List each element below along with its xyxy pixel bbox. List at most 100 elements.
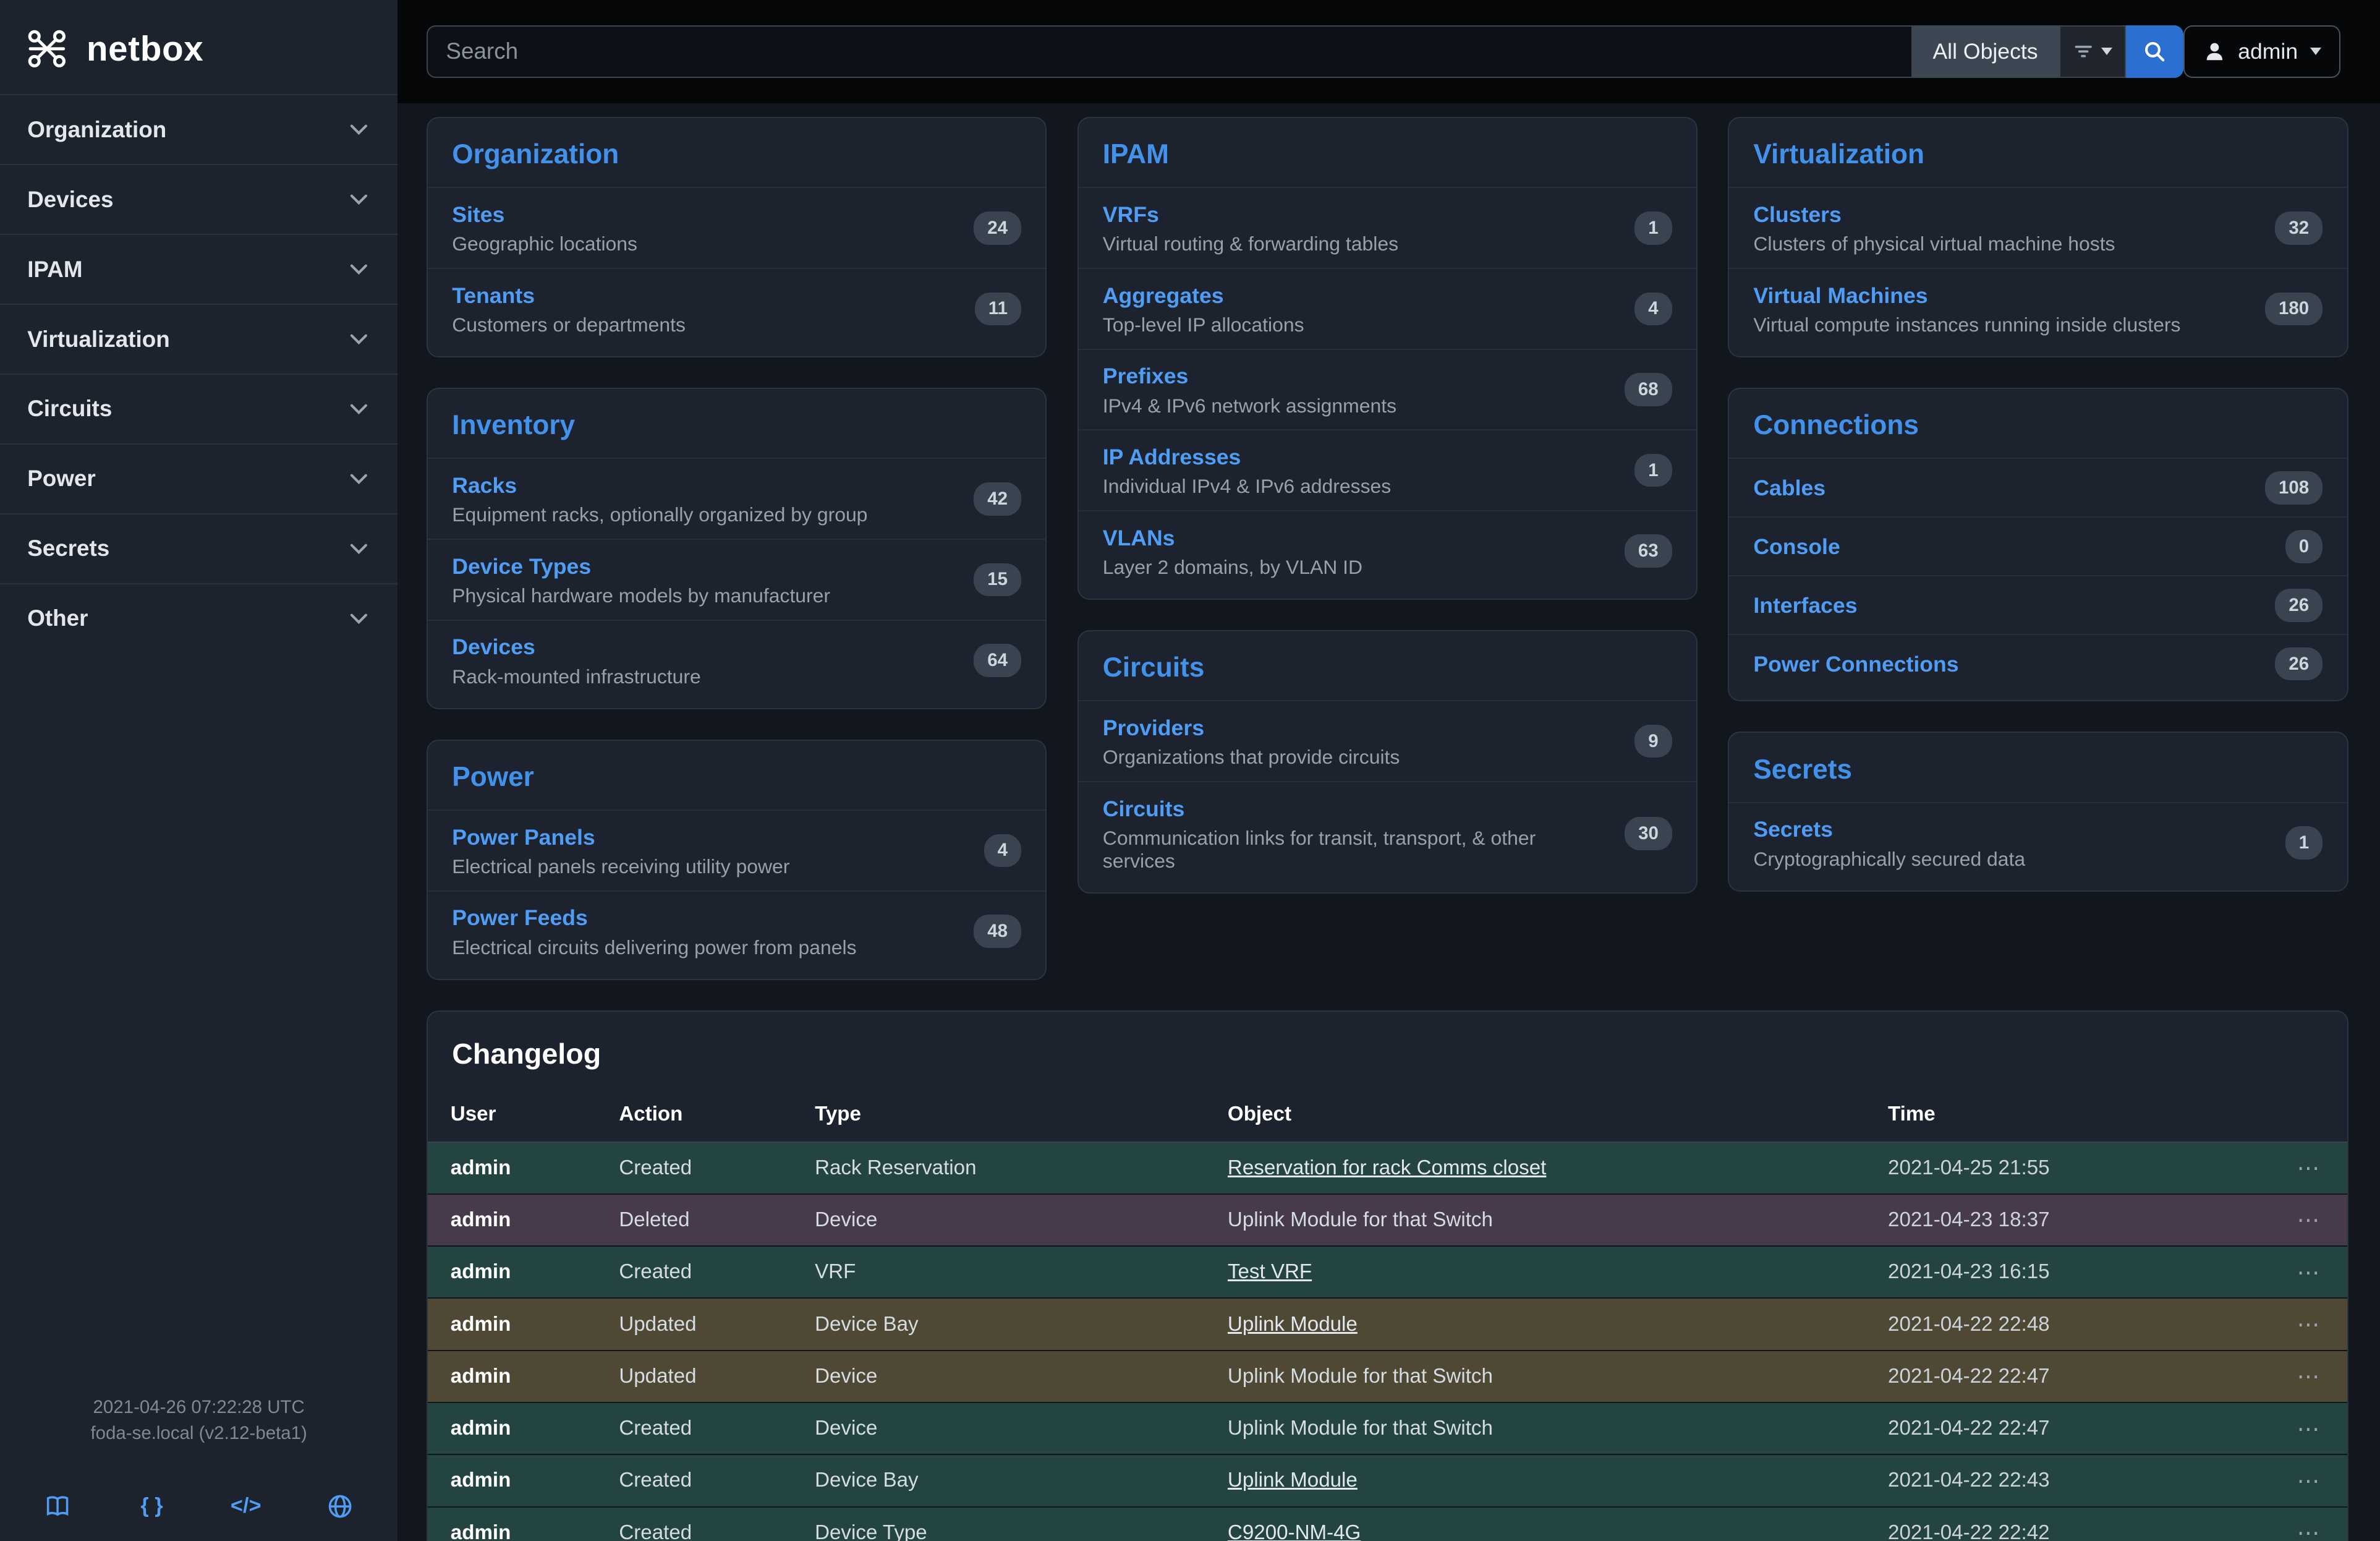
count-badge: 1 [1634, 211, 1672, 245]
sidebar-item-label: Circuits [27, 396, 112, 422]
sidebar-item-circuits[interactable]: Circuits [0, 374, 397, 443]
page-content: OrganizationSitesGeographic locations24T… [397, 103, 2380, 1541]
item-link[interactable]: Secrets [1753, 817, 1833, 842]
netbox-logo[interactable]: netbox [0, 0, 397, 94]
dashboard-link-ip-addresses[interactable]: IP AddressesIndividual IPv4 & IPv6 addre… [1079, 429, 1696, 510]
column-header-object: Object [1205, 1087, 1865, 1142]
dashboard-link-racks[interactable]: RacksEquipment racks, optionally organiz… [428, 458, 1045, 539]
dashboard-link-circuits[interactable]: Circuits Communication links for transit,… [1079, 781, 1696, 885]
dashboard-link-clusters[interactable]: ClustersClusters of physical virtual mac… [1729, 187, 2347, 268]
item-link[interactable]: Sites [452, 202, 504, 227]
item-link[interactable]: Providers [1103, 715, 1204, 740]
item-link[interactable]: Power Connections [1753, 652, 1958, 677]
dashboard-link-prefixes[interactable]: PrefixesIPv4 & IPv6 network assignments6… [1079, 349, 1696, 430]
item-link[interactable]: Prefixes [1103, 364, 1189, 388]
cell-time: 2021-04-22 22:47 [1865, 1402, 2262, 1454]
item-link[interactable]: VLANs [1103, 526, 1175, 550]
item-link[interactable]: Cables [1753, 476, 1825, 500]
card-title: Virtualization [1729, 118, 2347, 187]
dashboard-link-devices[interactable]: DevicesRack-mounted infrastructure64 [428, 620, 1045, 701]
count-badge: 4 [984, 834, 1022, 868]
column-header-actions [2262, 1087, 2347, 1142]
sidebar-item-other[interactable]: Other [0, 583, 397, 653]
dashboard-link-power-panels[interactable]: Power PanelsElectrical panels receiving … [428, 809, 1045, 890]
chevron-down-icon [347, 607, 370, 630]
dashboard-link-cables[interactable]: Cables 108 [1729, 458, 2347, 516]
item-text: Circuits Communication links for transit,… [1103, 795, 1610, 873]
row-menu-button[interactable]: ⋯ [2262, 1454, 2347, 1506]
row-menu-button[interactable]: ⋯ [2262, 1351, 2347, 1402]
dashboard-link-aggregates[interactable]: AggregatesTop-level IP allocations4 [1079, 268, 1696, 349]
search-filter-dropdown[interactable] [2059, 25, 2126, 79]
sidebar-item-organization[interactable]: Organization [0, 94, 397, 164]
changelog-row: adminDeletedDeviceUplink Module for that… [428, 1194, 2347, 1246]
globe-icon[interactable] [307, 1493, 373, 1520]
item-link[interactable]: IP Addresses [1103, 445, 1241, 469]
item-description: Communication links for transit, transpo… [1103, 827, 1610, 873]
card-item-list: Power PanelsElectrical panels receiving … [428, 809, 1045, 979]
row-menu-button[interactable]: ⋯ [2262, 1194, 2347, 1246]
sidebar-item-power[interactable]: Power [0, 443, 397, 513]
dashboard-link-interfaces[interactable]: Interfaces26 [1729, 575, 2347, 634]
dashboard-link-console[interactable]: Console0 [1729, 516, 2347, 575]
row-menu-button[interactable]: ⋯ [2262, 1298, 2347, 1350]
braces-icon[interactable]: { } [119, 1494, 185, 1518]
item-link[interactable]: Aggregates [1103, 283, 1224, 308]
dashboard-link-sites[interactable]: SitesGeographic locations24 [428, 187, 1045, 268]
item-link[interactable]: Power Panels [452, 825, 595, 850]
dashboard-link-virtual-machines[interactable]: Virtual MachinesVirtual compute instance… [1729, 268, 2347, 349]
cell-time: 2021-04-22 22:48 [1865, 1298, 2262, 1350]
item-link[interactable]: VRFs [1103, 202, 1159, 227]
row-menu-button[interactable]: ⋯ [2262, 1142, 2347, 1194]
sidebar-item-label: Power [27, 466, 96, 492]
sidebar-item-secrets[interactable]: Secrets [0, 513, 397, 583]
dashboard-link-secrets[interactable]: SecretsCryptographically secured data1 [1729, 802, 2347, 883]
count-badge: 108 [2265, 471, 2323, 505]
row-menu-button[interactable]: ⋯ [2262, 1402, 2347, 1454]
dashboard-link-providers[interactable]: ProvidersOrganizations that provide circ… [1079, 700, 1696, 781]
cell-user: admin [428, 1142, 597, 1194]
card-item-list: SitesGeographic locations24 Tenants Custom… [428, 187, 1045, 356]
count-badge: 48 [974, 915, 1021, 948]
item-link[interactable]: Circuits [1103, 796, 1185, 821]
dashboard-column: IPAMVRFsVirtual routing & forwarding tab… [1077, 117, 1698, 980]
item-description: Customers or departments [452, 314, 686, 336]
item-link[interactable]: Interfaces [1753, 593, 1857, 618]
sidebar-item-ipam[interactable]: IPAM [0, 234, 397, 304]
dashboard-link-vrfs[interactable]: VRFsVirtual routing & forwarding tables1 [1079, 187, 1696, 268]
dashboard-column: VirtualizationClustersClusters of physic… [1728, 117, 2348, 980]
item-link[interactable]: Device Types [452, 554, 591, 579]
code-icon[interactable]: </> [213, 1494, 279, 1518]
item-link[interactable]: Virtual Machines [1753, 283, 1927, 308]
sidebar-item-virtualization[interactable]: Virtualization [0, 304, 397, 374]
dashboard-link-device-types[interactable]: Device TypesPhysical hardware models by … [428, 539, 1045, 620]
dashboard-link-power-connections[interactable]: Power Connections26 [1729, 634, 2347, 693]
user-menu-button[interactable]: admin [2183, 25, 2340, 79]
cell-object: Uplink Module for that Switch [1205, 1194, 1865, 1246]
docs-book-icon[interactable] [24, 1493, 91, 1520]
object-link[interactable]: Test VRF [1228, 1260, 1312, 1283]
dashboard-link-power-feeds[interactable]: Power FeedsElectrical circuits deliverin… [428, 890, 1045, 971]
item-link[interactable]: Racks [452, 473, 517, 498]
changelog-title: Changelog [428, 1012, 2347, 1088]
cell-action: Created [597, 1246, 793, 1298]
object-link[interactable]: Reservation for rack Comms closet [1228, 1156, 1546, 1179]
object-link[interactable]: Uplink Module [1228, 1313, 1358, 1336]
cell-object: Test VRF [1205, 1246, 1865, 1298]
item-link[interactable]: Tenants [452, 283, 535, 308]
item-link[interactable]: Power Feeds [452, 905, 588, 930]
object-link[interactable]: C9200-NM-4G [1228, 1521, 1361, 1541]
search-scope-button[interactable]: All Objects [1911, 25, 2059, 79]
row-menu-button[interactable]: ⋯ [2262, 1507, 2347, 1541]
item-link[interactable]: Clusters [1753, 202, 1841, 227]
object-link[interactable]: Uplink Module [1228, 1469, 1358, 1492]
item-link[interactable]: Devices [452, 634, 535, 659]
row-menu-button[interactable]: ⋯ [2262, 1246, 2347, 1298]
search-submit-button[interactable] [2126, 25, 2183, 79]
item-link[interactable]: Console [1753, 534, 1840, 559]
dashboard-link-vlans[interactable]: VLANsLayer 2 domains, by VLAN ID63 [1079, 510, 1696, 591]
dashboard-link-tenants[interactable]: TenantsCustomers or departments11 [428, 268, 1045, 349]
server-host: foda-se.local (v2.12-beta1) [0, 1420, 397, 1447]
sidebar-item-devices[interactable]: Devices [0, 164, 397, 234]
search-input[interactable] [427, 25, 1911, 79]
